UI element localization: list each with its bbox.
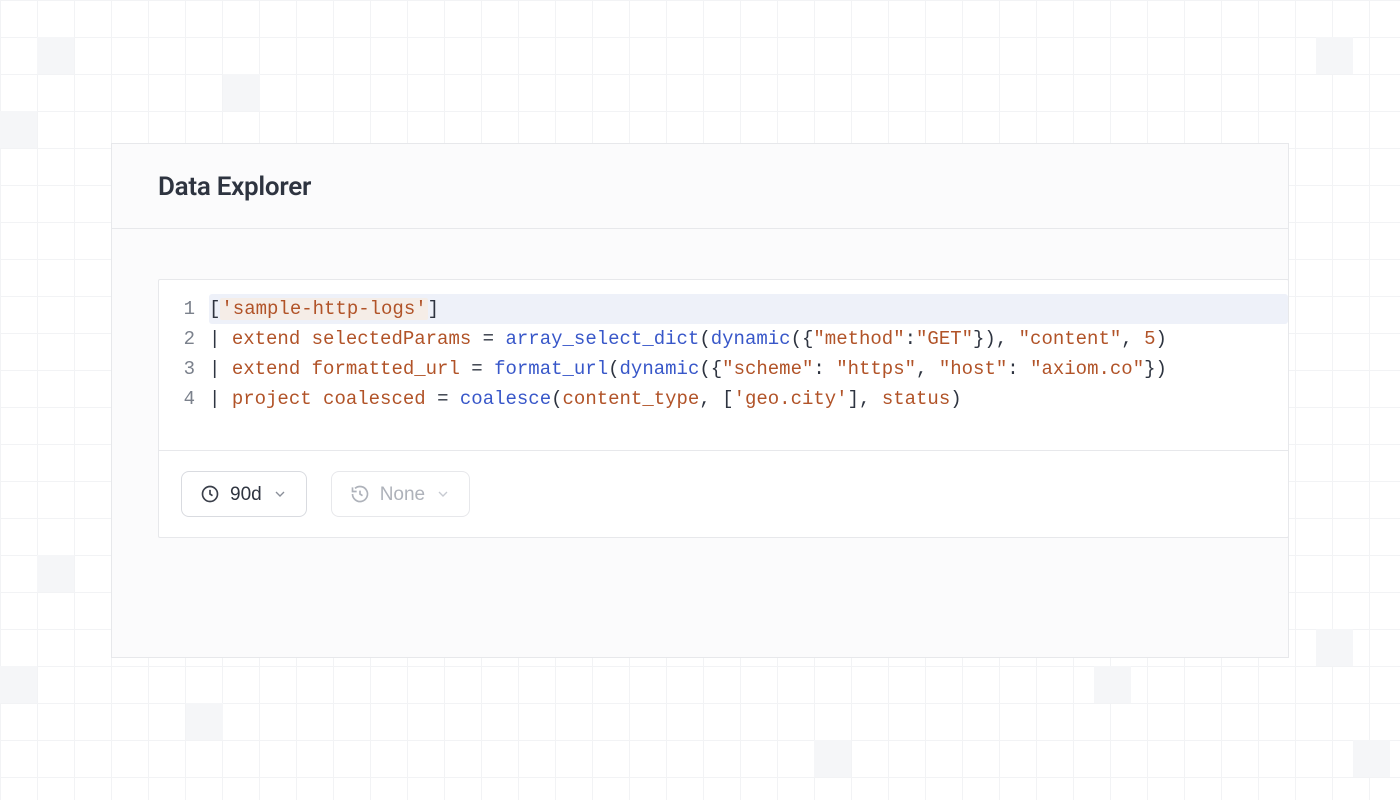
chevron-down-icon bbox=[435, 486, 451, 502]
code-block[interactable]: 1['sample-http-logs']2| extend selectedP… bbox=[159, 280, 1288, 450]
line-number: 3 bbox=[159, 354, 209, 384]
line-number: 2 bbox=[159, 324, 209, 354]
panel-header: Data Explorer bbox=[112, 144, 1288, 229]
code-line: 1['sample-http-logs'] bbox=[159, 294, 1288, 324]
query-editor[interactable]: 1['sample-http-logs']2| extend selectedP… bbox=[158, 279, 1289, 538]
compare-button[interactable]: None bbox=[331, 471, 470, 517]
code-line: 4| project coalesced = coalesce(content_… bbox=[159, 384, 1288, 414]
code-line: 3| extend formatted_url = format_url(dyn… bbox=[159, 354, 1288, 384]
chevron-down-icon bbox=[272, 486, 288, 502]
line-number: 1 bbox=[159, 294, 209, 324]
compare-label: None bbox=[380, 485, 425, 504]
line-number: 4 bbox=[159, 384, 209, 414]
time-range-button[interactable]: 90d bbox=[181, 471, 307, 517]
panel-title: Data Explorer bbox=[158, 172, 1242, 202]
history-icon bbox=[350, 484, 370, 504]
line-body[interactable]: | extend formatted_url = format_url(dyna… bbox=[209, 354, 1288, 384]
line-body[interactable]: | extend selectedParams = array_select_d… bbox=[209, 324, 1288, 354]
code-line: 2| extend selectedParams = array_select_… bbox=[159, 324, 1288, 354]
data-explorer-panel: Data Explorer 1['sample-http-logs']2| ex… bbox=[111, 143, 1289, 658]
line-body[interactable]: | project coalesced = coalesce(content_t… bbox=[209, 384, 1288, 414]
time-range-label: 90d bbox=[230, 485, 262, 504]
line-body[interactable]: ['sample-http-logs'] bbox=[209, 294, 1288, 324]
clock-icon bbox=[200, 484, 220, 504]
editor-toolbar: 90d None bbox=[159, 450, 1288, 537]
